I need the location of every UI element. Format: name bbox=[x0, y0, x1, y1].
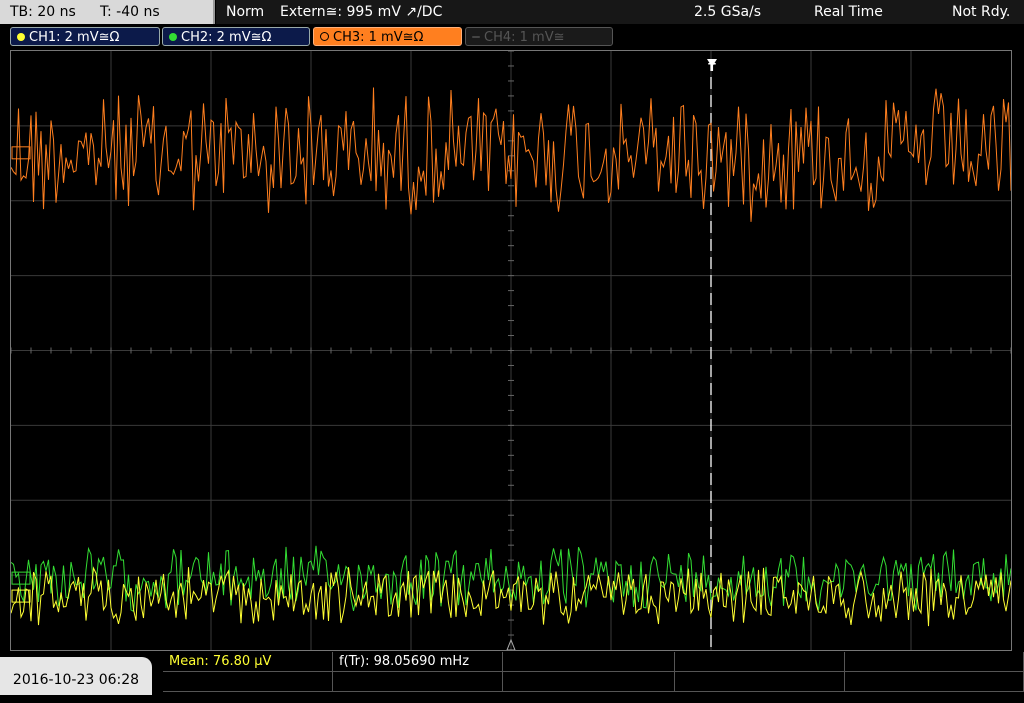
status-footer: 2016-10-23 06:28 Mean: 76.80 μV f(Tr): 9… bbox=[0, 651, 1024, 695]
measurement-slot-5 bbox=[845, 652, 1024, 672]
acquisition-status: Not Rdy. bbox=[952, 4, 1011, 20]
trigger-offset-readout: T: -40 ns bbox=[100, 4, 160, 20]
measurement-slot-4 bbox=[675, 652, 845, 672]
ch3-color-icon bbox=[320, 32, 329, 41]
channel-offset-marker-ch2[interactable] bbox=[11, 571, 31, 585]
channel-tab-ch3[interactable]: CH3: 1 mV≅Ω bbox=[313, 27, 462, 46]
channel-bar: CH1: 2 mV≅Ω CH2: 2 mV≅Ω CH3: 1 mV≅Ω CH4:… bbox=[0, 26, 1024, 48]
trigger-label: T bbox=[708, 61, 716, 74]
channel-offset-marker-ch3[interactable] bbox=[11, 146, 31, 160]
acquisition-mode: Real Time bbox=[814, 4, 883, 20]
measurement-slot-10 bbox=[845, 672, 1024, 692]
measurement-slot-9 bbox=[675, 672, 845, 692]
channel-tab-ch1[interactable]: CH1: 2 mV≅Ω bbox=[10, 27, 160, 46]
mean-measurement: Mean: 76.80 μV bbox=[163, 652, 333, 672]
sample-rate: 2.5 GSa/s bbox=[694, 4, 762, 20]
measurement-slot-3 bbox=[503, 652, 675, 672]
waveform-plot[interactable] bbox=[11, 51, 1011, 650]
channel-tab-ch4[interactable]: CH4: 1 mV≅ bbox=[465, 27, 613, 46]
datetime-display: 2016-10-23 06:28 bbox=[0, 657, 152, 695]
ch4-off-icon bbox=[472, 36, 480, 38]
measurement-slot-7 bbox=[333, 672, 503, 692]
ch2-color-icon bbox=[169, 33, 177, 41]
measurement-slot-6 bbox=[163, 672, 333, 692]
trigger-status-panel[interactable]: Norm Extern≅: 995 mV ↗/DC 2.5 GSa/s Real… bbox=[216, 0, 1024, 24]
ch2-label: CH2: 2 mV≅Ω bbox=[181, 30, 272, 45]
ch4-label: CH4: 1 mV≅ bbox=[484, 30, 565, 45]
ch1-color-icon bbox=[17, 33, 25, 41]
trigger-mode: Norm bbox=[226, 4, 265, 20]
ch3-label: CH3: 1 mV≅Ω bbox=[333, 30, 424, 45]
timebase-panel[interactable]: TB: 20 ns T: -40 ns bbox=[0, 0, 215, 24]
waveform-display[interactable] bbox=[10, 50, 1012, 651]
trigger-source: Extern≅: 995 mV ↗/DC bbox=[280, 4, 443, 20]
frequency-measurement: f(Tr): 98.05690 mHz bbox=[333, 652, 503, 672]
measurement-slot-8 bbox=[503, 672, 675, 692]
measurement-panel[interactable]: Mean: 76.80 μV f(Tr): 98.05690 mHz bbox=[163, 652, 1024, 695]
ch1-label: CH1: 2 mV≅Ω bbox=[29, 30, 120, 45]
channel-tab-ch2[interactable]: CH2: 2 mV≅Ω bbox=[162, 27, 310, 46]
timebase-readout: TB: 20 ns bbox=[10, 4, 76, 20]
